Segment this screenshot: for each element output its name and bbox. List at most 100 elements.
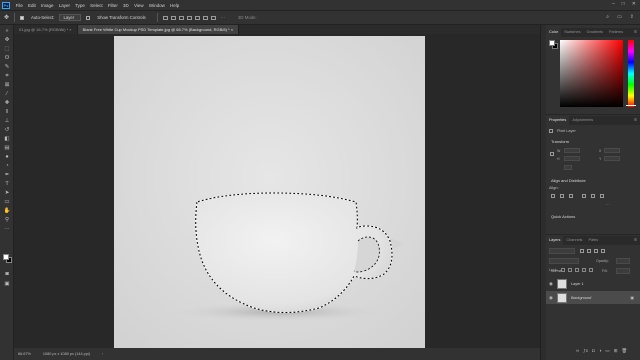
gradient-tool-icon[interactable]: ▤	[3, 145, 11, 151]
menu-edit[interactable]: Edit	[25, 3, 38, 8]
clone-stamp-tool-icon[interactable]: ⊥	[3, 118, 11, 124]
fill-field[interactable]	[616, 268, 630, 274]
link-icon[interactable]	[550, 152, 554, 156]
path-selection-tool-icon[interactable]: ➤	[3, 190, 11, 196]
tab-gradients[interactable]: Gradients	[584, 28, 606, 37]
auto-select-checkbox[interactable]	[20, 15, 26, 20]
tab-adjustments[interactable]: Adjustments	[569, 116, 596, 125]
transform-controls-checkbox[interactable]	[86, 15, 92, 20]
close-window-button[interactable]: ✕	[632, 1, 636, 7]
align-buttons[interactable]	[162, 15, 216, 20]
menu-select[interactable]: Select	[88, 3, 106, 8]
quick-mask-icon[interactable]: ◙	[3, 271, 11, 277]
workspace-icon[interactable]: ▭	[617, 14, 622, 20]
layer-filter-dropdown[interactable]: Kind	[549, 248, 575, 263]
healing-brush-tool-icon[interactable]: ✚	[3, 100, 11, 106]
tab-paths[interactable]: Paths	[585, 236, 601, 245]
pen-tool-icon[interactable]: ✒	[3, 172, 11, 178]
delete-layer-icon[interactable]: 🗑	[621, 348, 627, 354]
distribute-icon[interactable]	[210, 15, 216, 20]
hue-slider[interactable]	[628, 40, 634, 107]
frame-tool-icon[interactable]: ⊠	[3, 82, 11, 88]
menu-view[interactable]: View	[131, 3, 146, 8]
blend-mode-dropdown[interactable]: Normal	[549, 258, 579, 273]
menu-image[interactable]: Image	[38, 3, 56, 8]
quick-select-tool-icon[interactable]: ✎	[3, 64, 11, 70]
blur-tool-icon[interactable]: ●	[3, 154, 11, 160]
filter-pixel-icon[interactable]	[580, 249, 584, 253]
link-layers-icon[interactable]: ∞	[576, 348, 579, 354]
new-group-icon[interactable]: ▭	[605, 348, 609, 354]
menu-window[interactable]: Window	[146, 3, 167, 8]
filter-type-icon[interactable]	[594, 249, 598, 253]
align-right-icon[interactable]	[178, 15, 184, 20]
move-tool-icon[interactable]: ✥	[3, 37, 11, 43]
opacity-field[interactable]	[616, 258, 630, 264]
more-options-icon[interactable]: ···	[606, 203, 610, 207]
crop-tool-icon[interactable]: ⌗	[3, 73, 11, 79]
hue-slider-handle[interactable]	[626, 105, 636, 106]
zoom-tool-icon[interactable]: ⚲	[3, 217, 11, 223]
align-distribute-header[interactable]: Align and Distribute	[551, 178, 586, 183]
layer-row-layer-1[interactable]: ◉ Layer 1	[546, 277, 640, 290]
align-center-icon[interactable]	[560, 194, 564, 198]
collapse-arrows-icon[interactable]: »	[3, 28, 11, 34]
foreground-color-swatch[interactable]	[3, 254, 9, 260]
hand-tool-icon[interactable]: ✋	[3, 208, 11, 214]
rectangle-tool-icon[interactable]: ▭	[3, 199, 11, 205]
layer-name[interactable]: Layer 1	[571, 282, 584, 286]
auto-select-dropdown[interactable]: Layer	[59, 14, 82, 21]
color-swatches[interactable]	[2, 253, 14, 265]
marquee-tool-icon[interactable]: ⬚	[3, 46, 11, 52]
align-bottom-icon[interactable]	[600, 194, 604, 198]
menu-help[interactable]: Help	[167, 3, 181, 8]
tab-cup-mockup[interactable]: Blank Free White Cup Mockup PSD Template…	[77, 25, 240, 34]
eyedropper-tool-icon[interactable]: ⁄	[3, 91, 11, 97]
quick-actions-header[interactable]: Quick Actions	[551, 214, 575, 219]
foreground-color-swatch[interactable]	[549, 40, 555, 46]
lock-all-icon[interactable]	[588, 268, 593, 272]
panel-menu-icon[interactable]: ≡	[634, 116, 637, 125]
tab-layers[interactable]: Layers	[546, 236, 564, 245]
screen-mode-icon[interactable]: ▣	[3, 281, 11, 287]
menu-layer[interactable]: Layer	[56, 3, 72, 8]
canvas-area[interactable]	[14, 34, 540, 348]
lock-icon[interactable]: ▣	[630, 295, 634, 300]
menu-3d[interactable]: 3D	[120, 3, 131, 8]
tab-swatches[interactable]: Swatches	[561, 28, 583, 37]
lock-position-icon[interactable]	[574, 268, 579, 272]
document-canvas[interactable]	[114, 36, 425, 348]
visibility-eye-icon[interactable]: ◉	[547, 281, 555, 287]
add-mask-icon[interactable]: ◘	[592, 348, 595, 354]
align-top-icon[interactable]	[186, 15, 192, 20]
lock-artboard-icon[interactable]	[581, 268, 586, 272]
align-middle-icon[interactable]	[591, 194, 595, 198]
x-field[interactable]	[604, 148, 620, 153]
maximize-button[interactable]: □	[622, 1, 625, 7]
tab-properties[interactable]: Properties	[546, 116, 570, 125]
filter-adjustment-icon[interactable]	[587, 249, 591, 253]
height-field[interactable]	[564, 156, 580, 161]
filter-shape-icon[interactable]	[601, 249, 605, 253]
zoom-level[interactable]: 66.67%	[18, 352, 31, 356]
move-tool-icon[interactable]: ✥	[4, 14, 9, 21]
history-brush-tool-icon[interactable]: ↺	[3, 127, 11, 133]
tab-01-jpg[interactable]: 01.jpg @ 16.7% (RGB/8#) * ×	[14, 25, 78, 34]
panel-menu-icon[interactable]: ≡	[634, 28, 637, 37]
y-field[interactable]	[604, 156, 620, 161]
tab-patterns[interactable]: Patterns	[606, 28, 626, 37]
align-middle-icon[interactable]	[194, 15, 200, 20]
eraser-tool-icon[interactable]: ◧	[3, 136, 11, 142]
layer-name[interactable]: Background	[571, 296, 591, 300]
layer-row-background[interactable]: ◉ Background ▣	[546, 291, 640, 304]
align-right-icon[interactable]	[569, 194, 573, 198]
angle-field[interactable]	[564, 165, 572, 170]
lock-transparent-icon[interactable]	[560, 268, 565, 272]
align-left-icon[interactable]	[162, 15, 168, 20]
brush-tool-icon[interactable]: ǁ	[3, 109, 11, 115]
chevron-right-icon[interactable]: ›	[102, 352, 103, 356]
width-field[interactable]	[564, 148, 580, 153]
align-top-icon[interactable]	[582, 194, 586, 198]
tab-channels[interactable]: Channels	[563, 236, 585, 245]
adjustment-layer-icon[interactable]: ◑	[599, 348, 602, 354]
